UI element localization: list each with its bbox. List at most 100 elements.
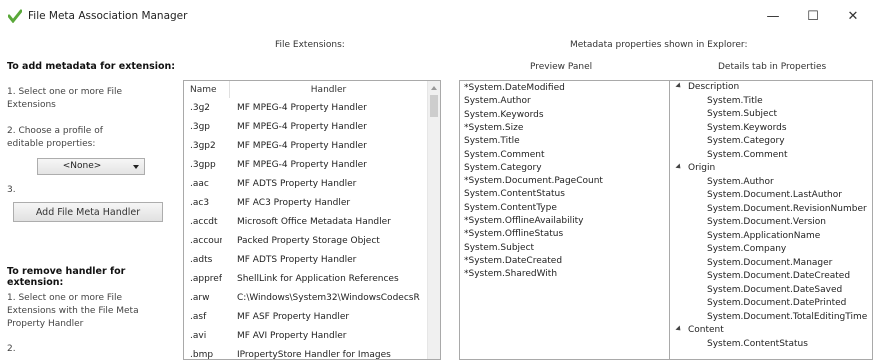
details-group-label: Content <box>688 325 724 335</box>
metadata-shown-label: Metadata properties shown in Explorer: <box>570 40 748 50</box>
add-step-3: 3. <box>7 185 16 195</box>
close-button[interactable]: ✕ <box>833 4 873 28</box>
app-icon <box>8 9 22 23</box>
details-property-item[interactable]: System.Title <box>707 96 763 106</box>
preview-property-item[interactable]: *System.SharedWith <box>464 269 557 279</box>
remove-handler-heading: To remove handler for extension: <box>7 266 126 288</box>
handler-cell: MF AC3 Property Handler <box>237 198 351 208</box>
table-row[interactable]: .3g2 MF MPEG-4 Property Handler <box>184 99 428 118</box>
handler-cell: Microsoft Office Metadata Handler <box>237 217 391 227</box>
preview-property-item[interactable]: *System.OfflineStatus <box>464 229 563 239</box>
details-property-item[interactable]: System.Document.DatePrinted <box>707 298 846 308</box>
handler-cell: MF MPEG-4 Property Handler <box>237 103 367 113</box>
preview-property-item[interactable]: *System.DateModified <box>464 83 565 93</box>
table-row[interactable]: .3gp2 MF MPEG-4 Property Handler <box>184 137 428 156</box>
details-group-label: Origin <box>688 163 716 173</box>
handler-cell: MF MPEG-4 Property Handler <box>237 160 367 170</box>
extension-name-cell: .aac <box>190 179 209 189</box>
column-header-handler[interactable]: Handler <box>230 81 428 98</box>
table-row[interactable]: .avi MF AVI Property Handler <box>184 327 428 346</box>
scroll-up-arrow-icon[interactable] <box>431 86 437 90</box>
expander-triangle-icon[interactable] <box>675 82 683 90</box>
details-property-item[interactable]: System.Document.DateSaved <box>707 285 842 295</box>
details-tab-tree[interactable]: Description System.Title System.Subject Sys… <box>669 80 873 360</box>
details-property-item[interactable]: System.Document.TotalEditingTime <box>707 312 867 322</box>
table-row[interactable]: .asf MF ASF Property Handler <box>184 308 428 327</box>
table-row[interactable]: .ac3 MF AC3 Property Handler <box>184 194 428 213</box>
file-extensions-label: File Extensions: <box>275 40 345 50</box>
table-row[interactable]: .aac MF ADTS Property Handler <box>184 175 428 194</box>
details-group-item[interactable]: Description <box>675 82 739 92</box>
preview-property-item[interactable]: *System.Document.PageCount <box>464 176 603 186</box>
handler-cell: MF MPEG-4 Property Handler <box>237 141 367 151</box>
file-extensions-table[interactable]: Name Handler .3g2 MF MPEG-4 Property Hand… <box>183 80 441 360</box>
handler-cell: MF ASF Property Handler <box>237 312 350 322</box>
handler-cell: MF AVI Property Handler <box>237 331 347 341</box>
handler-cell: IPropertyStore Handler for Images <box>237 350 391 360</box>
extension-name-cell: .accour <box>190 236 222 246</box>
preview-property-item[interactable]: *System.Size <box>464 123 523 133</box>
details-property-item[interactable]: System.Subject <box>707 109 777 119</box>
extension-name-cell: .asf <box>190 312 207 322</box>
extension-name-cell: .3gp2 <box>190 141 216 151</box>
table-row[interactable]: .accdt Microsoft Office Metadata Handler <box>184 213 428 232</box>
extension-name-cell: .appref <box>190 274 222 284</box>
table-row[interactable]: .accour Packed Property Storage Object <box>184 232 428 251</box>
details-property-item[interactable]: System.Keywords <box>707 123 787 133</box>
remove-step-1: 1. Select one or more File Extensions wi… <box>7 293 139 329</box>
preview-property-item[interactable]: System.Author <box>464 96 531 106</box>
details-group-item[interactable]: Origin <box>675 163 716 173</box>
preview-property-item[interactable]: System.ContentStatus <box>464 189 565 199</box>
extension-name-cell: .3gp <box>190 122 211 132</box>
expander-triangle-icon[interactable] <box>675 325 683 333</box>
details-group-item[interactable]: Content <box>675 325 724 335</box>
table-row[interactable]: .adts MF ADTS Property Handler <box>184 251 428 270</box>
details-property-item[interactable]: System.Category <box>707 136 785 146</box>
details-property-item[interactable]: System.Document.Manager <box>707 258 832 268</box>
details-property-item[interactable]: System.Document.RevisionNumber <box>707 204 867 214</box>
column-header-name[interactable]: Name <box>184 81 230 98</box>
preview-property-item[interactable]: System.Comment <box>464 150 545 160</box>
table-row[interactable]: .bmp IPropertyStore Handler for Images <box>184 346 428 360</box>
preview-panel-label: Preview Panel <box>530 62 593 72</box>
extension-name-cell: .bmp <box>190 350 214 360</box>
window-title: File Meta Association Manager <box>28 10 188 22</box>
add-metadata-heading: To add metadata for extension: <box>7 61 176 72</box>
table-row[interactable]: .3gp MF MPEG-4 Property Handler <box>184 118 428 137</box>
extension-name-cell: .accdt <box>190 217 218 227</box>
details-property-item[interactable]: System.Document.LastAuthor <box>707 190 842 200</box>
extension-name-cell: .arw <box>190 293 210 303</box>
details-property-item[interactable]: System.Comment <box>707 150 788 160</box>
preview-property-item[interactable]: *System.OfflineAvailability <box>464 216 584 226</box>
left-pane: To add metadata for extension: 1. Select… <box>0 32 181 360</box>
preview-property-item[interactable]: System.ContentType <box>464 203 557 213</box>
preview-property-item[interactable]: System.Keywords <box>464 110 544 120</box>
table-row[interactable]: .arw C:\Windows\System32\WindowsCodecsR <box>184 289 428 308</box>
details-property-item[interactable]: System.ContentStatus <box>707 339 808 349</box>
preview-property-item[interactable]: *System.DateCreated <box>464 256 562 266</box>
details-property-item[interactable]: System.ApplicationName <box>707 231 820 241</box>
details-property-item[interactable]: System.Company <box>707 244 786 254</box>
scrollbar-thumb[interactable] <box>430 95 438 117</box>
extension-name-cell: .avi <box>190 331 207 341</box>
preview-property-item[interactable]: System.Subject <box>464 243 534 253</box>
table-row[interactable]: .3gpp MF MPEG-4 Property Handler <box>184 156 428 175</box>
preview-panel-list[interactable]: *System.DateModified System.Author System.… <box>459 80 670 360</box>
handler-cell: Packed Property Storage Object <box>237 236 380 246</box>
profile-combobox[interactable]: <None> <box>37 158 145 175</box>
vertical-scrollbar[interactable] <box>427 81 440 359</box>
details-property-item[interactable]: System.Document.Version <box>707 217 826 227</box>
table-row[interactable]: .appref ShellLink for Application Referen… <box>184 270 428 289</box>
preview-property-item[interactable]: System.Title <box>464 136 520 146</box>
details-property-item[interactable]: System.Author <box>707 177 774 187</box>
preview-property-item[interactable]: System.Category <box>464 163 542 173</box>
maximize-button[interactable]: ☐ <box>793 4 833 28</box>
details-property-item[interactable]: System.Document.DateCreated <box>707 271 850 281</box>
minimize-button[interactable]: — <box>753 4 793 28</box>
add-file-meta-handler-button[interactable]: Add File Meta Handler <box>13 202 163 222</box>
handler-cell: C:\Windows\System32\WindowsCodecsR <box>237 293 420 303</box>
extension-name-cell: .3gpp <box>190 160 216 170</box>
title-bar: File Meta Association Manager — ☐ ✕ <box>0 0 873 32</box>
expander-triangle-icon[interactable] <box>675 163 683 171</box>
extension-name-cell: .3g2 <box>190 103 211 113</box>
